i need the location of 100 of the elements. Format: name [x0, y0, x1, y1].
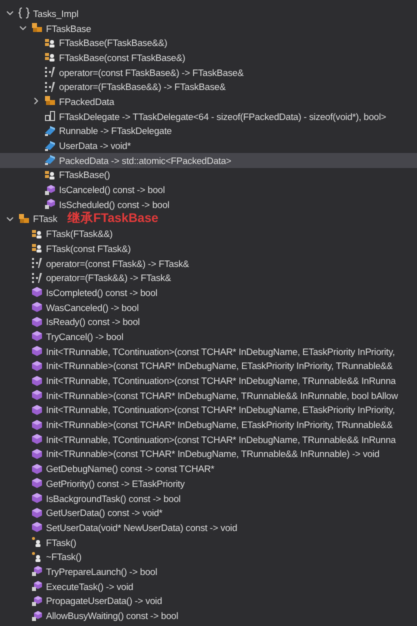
annotation-text: 继承FTaskBase	[67, 210, 158, 228]
method-icon	[31, 404, 43, 416]
tree-item[interactable]: Init<TRunnable>(const TCHAR* InDebugName, ETaskPriority InPriority, TRunnable&&	[0, 358, 417, 374]
class-icon	[18, 212, 30, 225]
item-label: FTaskBase(const FTaskBase&)	[59, 52, 186, 63]
item-label: FTask	[33, 213, 58, 224]
item-label: ~FTask()	[46, 551, 82, 562]
tree-item[interactable]: operator=(const FTask&) -> FTask&	[0, 256, 417, 270]
item-label: SetUserData(void* NewUserData) const -> void	[46, 522, 238, 533]
method-icon	[31, 374, 43, 387]
item-label: operator=(FTaskBase&&) -> FTaskBase&	[59, 81, 226, 92]
chevron-icon[interactable]	[19, 24, 27, 32]
tree-item[interactable]: Runnable -> FTaskDelegate	[0, 124, 417, 138]
item-label: TryCancel() -> bool	[46, 330, 124, 342]
tree-item[interactable]: Init<TRunnable, TContinuation>(const TCHAR* InDebugName, TRunnable&& InRunna	[0, 432, 417, 447]
item-label: FTaskDelegate -> TTaskDelegate<64 - sizeof(FPackedData) - sizeof(void*), bool>	[59, 110, 386, 122]
item-label: ExecuteTask() -> void	[46, 580, 134, 592]
method-icon	[31, 477, 43, 490]
item-label: UserData -> void*	[59, 140, 131, 152]
tree-item[interactable]: FTaskBase()	[0, 168, 417, 182]
chevron-icon[interactable]	[6, 214, 14, 223]
tree-item[interactable]: ~FTask()	[0, 549, 417, 564]
tree-item[interactable]: operator=(FTask&&) -> FTask&	[0, 270, 417, 286]
tree-item[interactable]: TryCancel() -> bool	[0, 329, 417, 344]
method-icon	[31, 301, 43, 314]
tree-item[interactable]: IsReady() const -> bool	[0, 314, 417, 330]
method-icon	[31, 492, 43, 504]
tree-item[interactable]: FTask()	[0, 534, 417, 550]
tree-item[interactable]: FTask(const FTask&)	[0, 241, 417, 256]
chevron-icon[interactable]	[6, 9, 14, 18]
constructor-icon	[44, 36, 56, 49]
tree-item[interactable]: GetDebugName() const -> const TCHAR*	[0, 461, 417, 476]
tree-item[interactable]: operator=(const FTaskBase&) -> FTaskBase&	[0, 64, 417, 80]
tree-item[interactable]: FPackedData	[0, 94, 417, 109]
typedef-icon	[44, 110, 56, 122]
item-label: GetPriority() const -> ETaskPriority	[46, 478, 185, 489]
method-icon	[31, 462, 43, 475]
tree-item[interactable]: TryPrepareLaunch() -> bool	[0, 564, 417, 579]
item-label: operator=(FTask&&) -> FTask&	[46, 272, 172, 284]
tree-item[interactable]: Init<TRunnable, TContinuation>(const TCHAR* InDebugName, ETaskPriority InPriority,	[0, 344, 417, 358]
tree-item[interactable]: PackedData -> std::atomic<FPackedData>	[0, 152, 417, 168]
item-label: AllowBusyWaiting() const -> bool	[46, 610, 178, 622]
item-label: FTaskBase(FTaskBase&&)	[59, 37, 168, 48]
item-label: FTask(const FTask&)	[46, 242, 131, 254]
operator-icon	[31, 257, 43, 270]
tree-item[interactable]: operator=(FTaskBase&&) -> FTaskBase&	[0, 79, 417, 94]
tree-item[interactable]: IsScheduled() const -> bool	[0, 196, 417, 212]
tree-item[interactable]: IsCompleted() const -> bool	[0, 285, 417, 300]
item-label: PropagateUserData() -> void	[46, 595, 162, 606]
tree-item[interactable]: Init<TRunnable>(const TCHAR* InDebugName, TRunnable&& InRunnable, bool bAllow	[0, 388, 417, 403]
item-label: GetUserData() const -> void*	[46, 507, 162, 518]
item-label: Init<TRunnable, TContinuation>(const TCHAR* InDebugName, TRunnable&& InRunna	[46, 434, 396, 445]
method-icon	[31, 286, 43, 298]
item-label: Tasks_Impl	[33, 8, 78, 19]
item-label: IsBackgroundTask() const -> bool	[46, 492, 181, 504]
method-icon	[31, 448, 43, 460]
item-label: FTask(FTask&&)	[46, 228, 113, 240]
item-label: Init<TRunnable>(const TCHAR* InDebugName, TRunnable&& InRunnable) -> void	[46, 448, 380, 460]
chevron-icon[interactable]	[32, 97, 40, 106]
tree-item[interactable]: SetUserData(void* NewUserData) const -> void	[0, 520, 417, 535]
method-icon	[31, 360, 43, 372]
tree-item[interactable]: Init<TRunnable>(const TCHAR* InDebugName, TRunnable&& InRunnable) -> void	[0, 446, 417, 462]
tree-item[interactable]: FTaskDelegate -> TTaskDelegate<64 - sizeof(FPackedData) - sizeof(void*), bool>	[0, 108, 417, 124]
item-label: FTaskBase()	[59, 169, 110, 180]
constructor-icon	[44, 168, 56, 181]
tree-item[interactable]: Init<TRunnable>(const TCHAR* InDebugName, ETaskPriority InPriority, TRunnable&&	[0, 417, 417, 432]
item-label: IsScheduled() const -> bool	[59, 198, 170, 210]
tree-item[interactable]: FTaskBase(FTaskBase&&)	[0, 35, 417, 50]
tree-item[interactable]: Init<TRunnable, TContinuation>(const TCHAR* InDebugName, ETaskPriority InPriority,	[0, 402, 417, 418]
tree-item[interactable]: Init<TRunnable, TContinuation>(const TCHAR* InDebugName, TRunnable&& InRunna	[0, 373, 417, 388]
item-label: PackedData -> std::atomic<FPackedData>	[59, 154, 232, 166]
method-icon	[31, 433, 43, 446]
item-label: operator=(const FTaskBase&) -> FTaskBase&	[59, 66, 244, 78]
tree-item[interactable]: Tasks_Impl	[0, 6, 417, 21]
tree-item[interactable]: ExecuteTask() -> void	[0, 578, 417, 594]
method-icon	[31, 506, 43, 519]
item-label: WasCanceled() -> bool	[46, 302, 139, 313]
constructor-icon	[31, 228, 43, 240]
item-label: IsCompleted() const -> bool	[46, 286, 158, 298]
item-label: Init<TRunnable>(const TCHAR* InDebugName, ETaskPriority InPriority, TRunnable&&	[46, 360, 393, 372]
tree-item[interactable]: IsBackgroundTask() const -> bool	[0, 490, 417, 506]
tree-item[interactable]: FTask 继承FTaskBase	[0, 212, 417, 226]
tree-item[interactable]: AllowBusyWaiting() const -> bool	[0, 608, 417, 623]
item-label: GetDebugName() const -> const TCHAR*	[46, 463, 214, 474]
tree-item[interactable]: WasCanceled() -> bool	[0, 300, 417, 314]
method-icon	[31, 345, 43, 358]
item-label: Init<TRunnable, TContinuation>(const TCHAR* InDebugName, ETaskPriority InPriority,	[46, 404, 395, 416]
class-icon	[31, 22, 43, 34]
tree-item[interactable]: GetPriority() const -> ETaskPriority	[0, 476, 417, 491]
item-label: operator=(const FTask&) -> FTask&	[46, 258, 190, 269]
tree-item[interactable]: FTask(FTask&&)	[0, 226, 417, 241]
tree-item[interactable]: GetUserData() const -> void*	[0, 505, 417, 520]
tree-item[interactable]: IsCanceled() const -> bool	[0, 182, 417, 197]
method-icon	[31, 389, 43, 402]
tree-item[interactable]: UserData -> void*	[0, 138, 417, 153]
tree-item[interactable]: PropagateUserData() -> void	[0, 594, 417, 608]
tree-item[interactable]: FTaskBase(const FTaskBase&)	[0, 50, 417, 65]
item-label: FTaskBase	[46, 22, 92, 34]
tree-item[interactable]: FTaskBase	[0, 20, 417, 36]
method-icon	[31, 521, 43, 534]
